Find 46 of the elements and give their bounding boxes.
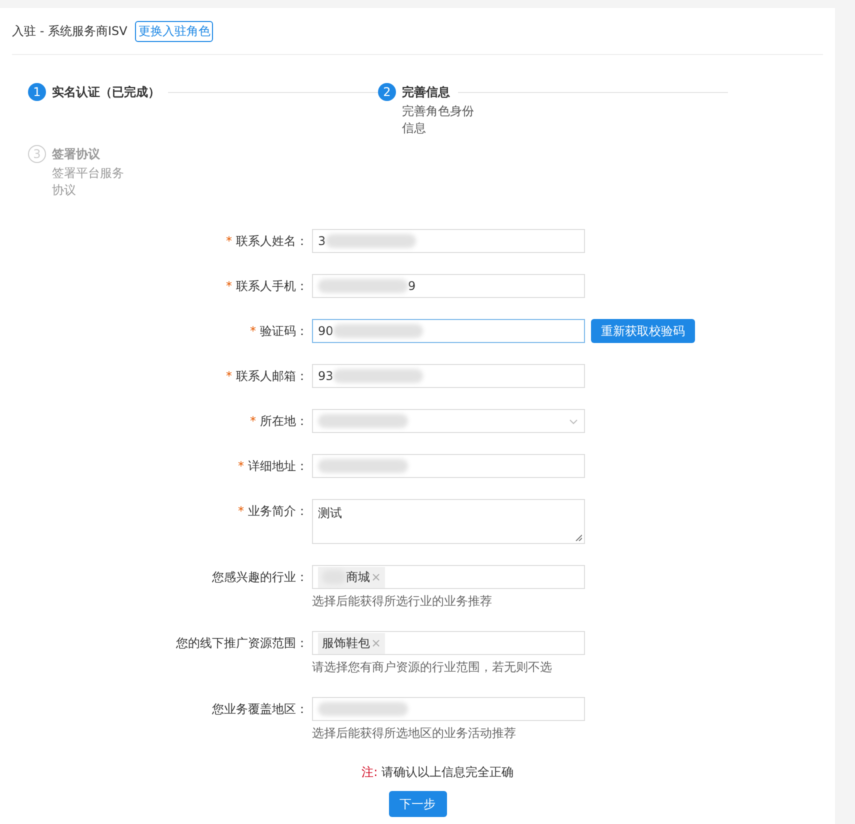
field-label: 所在地： [260, 413, 308, 430]
chevron-down-icon [569, 419, 578, 425]
required-mark: * [238, 503, 244, 520]
field-label: 业务简介： [248, 503, 308, 520]
input-field[interactable]: 9 [312, 274, 585, 298]
textarea-field[interactable]: 测试 [312, 499, 585, 544]
field-label: 详细地址： [248, 458, 308, 475]
step-title: 签署协议 [52, 146, 100, 162]
selected-tag: 商城× [318, 566, 386, 588]
field-label: 联系人手机： [236, 278, 308, 295]
field-hint: 请选择您有商户资源的行业范围，若无则不选 [312, 659, 553, 676]
resize-grip-icon [575, 534, 582, 541]
input-field[interactable]: 3 [312, 229, 585, 253]
selected-tag: 服饰鞋包× [318, 632, 386, 654]
page-title: 入驻 - 系统服务商ISV [12, 22, 128, 40]
input-field[interactable] [312, 409, 585, 433]
input-field[interactable]: 90 [312, 319, 585, 343]
required-mark: * [250, 323, 256, 340]
next-step-button[interactable]: 下一步 [388, 791, 446, 817]
field-hint: 选择后能获得所选地区的业务活动推荐 [312, 725, 517, 742]
required-mark: * [226, 278, 232, 295]
field-label: 联系人姓名： [236, 233, 308, 250]
required-mark: * [226, 368, 232, 385]
required-mark: * [250, 413, 256, 430]
field-label: 联系人邮箱： [236, 368, 308, 385]
step-number: 1 [28, 83, 46, 101]
field-label: 验证码： [260, 323, 308, 340]
input-field[interactable] [312, 454, 585, 478]
required-mark: * [238, 458, 244, 475]
change-role-link[interactable]: 更换入驻角色 [135, 20, 214, 42]
field-label: 您业务覆盖地区： [212, 701, 308, 718]
field-label: 您的线下推广资源范围： [176, 635, 308, 652]
field-label: 您感兴趣的行业： [212, 569, 308, 586]
step-title: 完善信息 [402, 84, 450, 100]
step-number: 2 [378, 83, 396, 101]
step-title: 实名认证（已完成） [52, 84, 160, 100]
tag-select-field[interactable]: 服饰鞋包× [312, 631, 585, 655]
input-field[interactable] [312, 697, 585, 721]
required-mark: * [226, 233, 232, 250]
confirm-note: 注: 请确认以上信息完全正确 [360, 764, 514, 781]
step-description: 完善角色身份信息 [402, 103, 475, 137]
resend-code-button[interactable]: 重新获取校验码 [591, 319, 695, 343]
step-description: 签署平台服务协议 [52, 165, 125, 199]
input-field[interactable]: 93 [312, 364, 585, 388]
field-hint: 选择后能获得所选行业的业务推荐 [312, 593, 493, 610]
tag-select-field[interactable]: 商城× [312, 565, 585, 589]
